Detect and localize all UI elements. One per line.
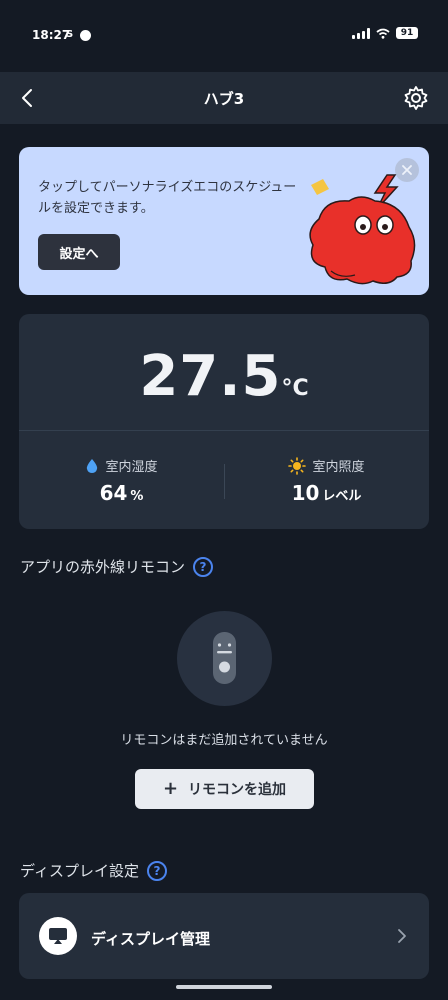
remote-section-title: アプリの赤外線リモコン ? — [20, 556, 214, 577]
help-icon[interactable]: ? — [146, 860, 167, 881]
add-remote-button[interactable]: + リモコンを追加 — [135, 769, 314, 809]
plus-icon: + — [162, 778, 179, 799]
wifi-icon — [376, 28, 390, 39]
promo-banner[interactable]: タップしてパーソナライズエコのスケジュールを設定できます。 設定へ — [19, 147, 429, 295]
humidity-value: 64 — [99, 481, 128, 505]
water-drop-icon — [87, 458, 98, 473]
display-management-label: ディスプレイ管理 — [91, 930, 210, 948]
display-management-item[interactable]: ディスプレイ管理 — [19, 893, 429, 979]
sun-icon — [288, 456, 307, 475]
signal-icon — [352, 27, 370, 39]
illuminance-value: 10 — [291, 481, 320, 505]
banner-settings-button[interactable]: 設定へ — [38, 234, 120, 270]
status-time: 18:27 — [32, 28, 71, 42]
banner-text: タップしてパーソナライズエコのスケジュールを設定できます。 — [38, 180, 297, 216]
page-title: ハブ3 — [203, 90, 245, 108]
display-section-title: ディスプレイ設定 ? — [20, 860, 167, 881]
home-indicator[interactable] — [176, 985, 272, 989]
help-icon[interactable]: ? — [193, 556, 214, 577]
status-indicator: S — [66, 29, 74, 40]
remote-section-label: アプリの赤外線リモコン — [20, 558, 186, 576]
app-header: ハブ3 — [0, 72, 448, 124]
battery-icon: 91 — [396, 27, 418, 39]
mascot-illustration — [309, 174, 416, 285]
status-bar: 18:27 S 91 — [0, 0, 448, 72]
remote-control-icon — [213, 632, 236, 684]
display-icon — [39, 917, 77, 955]
temperature-display: 27.5°C — [19, 344, 429, 409]
illuminance-label: 室内照度 — [312, 460, 365, 475]
divider — [19, 430, 429, 431]
chevron-right-icon — [398, 929, 406, 943]
status-icons: 91 — [352, 27, 418, 39]
temperature-unit: °C — [281, 376, 309, 401]
humidity-label: 室内湿度 — [105, 460, 158, 475]
sensor-card: 27.5°C 室内湿度 64% 室内照度 10 レベル — [19, 314, 429, 529]
gear-icon[interactable] — [402, 84, 430, 112]
illuminance-unit: レベル — [322, 489, 362, 504]
add-remote-label: リモコンを追加 — [188, 782, 287, 798]
remote-placeholder — [177, 611, 272, 706]
display-section-label: ディスプレイ設定 — [20, 862, 139, 880]
humidity-unit: % — [130, 489, 144, 504]
illuminance-reading: 室内照度 10 レベル — [224, 456, 429, 505]
temperature-value: 27.5 — [139, 344, 282, 409]
humidity-reading: 室内湿度 64% — [19, 456, 224, 505]
camera-icon — [80, 30, 91, 41]
remote-empty-text: リモコンはまだ追加されていません — [120, 733, 328, 748]
